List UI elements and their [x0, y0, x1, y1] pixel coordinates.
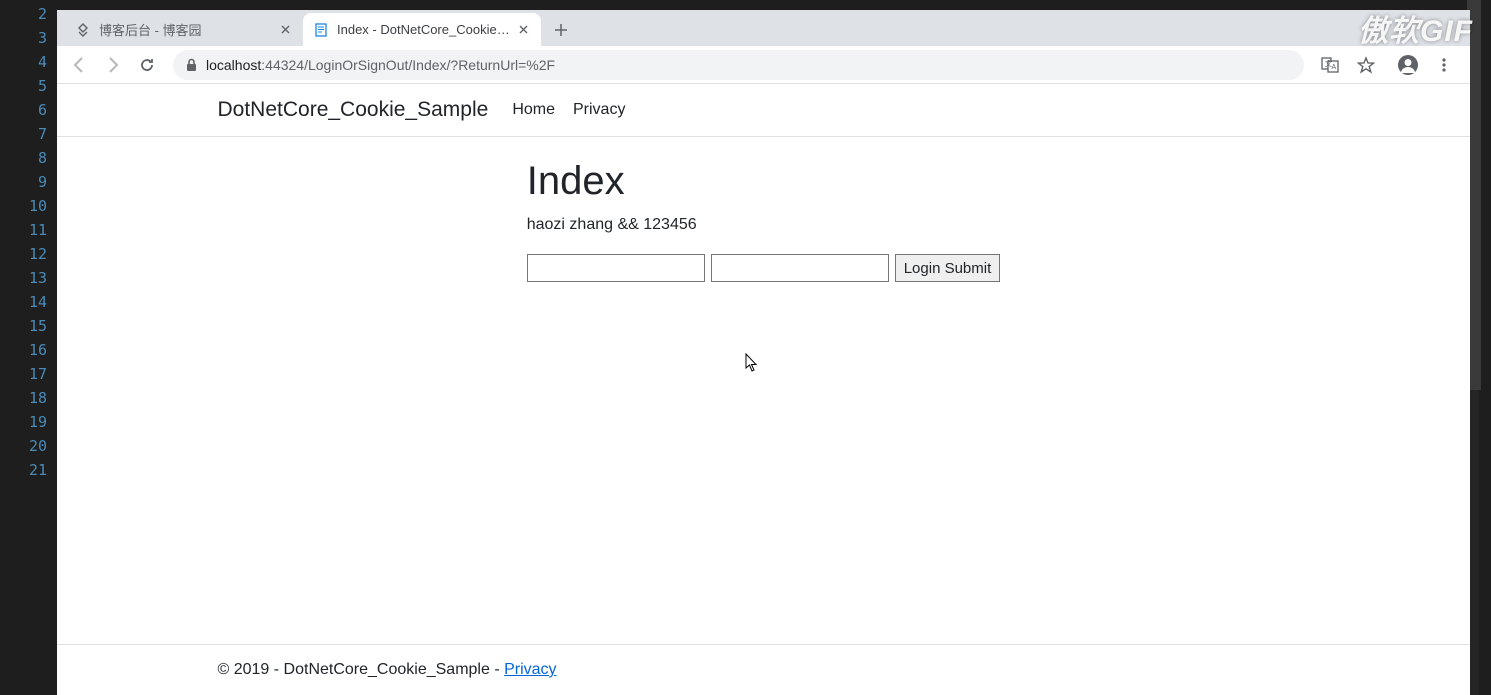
tab-favicon-icon [75, 22, 91, 38]
line-number: 5 [0, 74, 57, 98]
tab-favicon-icon [313, 22, 329, 38]
profile-icon[interactable] [1394, 51, 1422, 79]
tab-active[interactable]: Index - DotNetCore_Cookie_S... [303, 13, 541, 46]
line-number: 17 [0, 362, 57, 386]
forward-button[interactable] [99, 51, 127, 79]
line-number: 3 [0, 26, 57, 50]
line-number: 12 [0, 242, 57, 266]
tab-inactive[interactable]: 博客后台 - 博客园 [65, 13, 303, 46]
line-number: 13 [0, 266, 57, 290]
page-content: DotNetCore_Cookie_Sample Home Privacy In… [57, 84, 1470, 695]
nav-link-home[interactable]: Home [512, 101, 555, 119]
line-number: 2 [0, 2, 57, 26]
line-number: 7 [0, 122, 57, 146]
site-navbar: DotNetCore_Cookie_Sample Home Privacy [57, 84, 1470, 137]
login-form: Login Submit [527, 254, 1001, 282]
tab-title: Index - DotNetCore_Cookie_S... [337, 22, 515, 37]
svg-text:A: A [1332, 64, 1337, 71]
lock-icon [185, 58, 198, 72]
login-submit-button[interactable]: Login Submit [895, 254, 1001, 282]
back-button[interactable] [65, 51, 93, 79]
line-number: 11 [0, 218, 57, 242]
url-port: :44324 [261, 57, 304, 73]
browser-toolbar: localhost:44324/LoginOrSignOut/Index/?Re… [57, 46, 1470, 84]
close-icon[interactable] [277, 22, 293, 38]
editor-gutter: 2 3 4 5 6 7 8 9 10 11 12 13 14 15 16 17 … [0, 0, 57, 695]
line-number: 18 [0, 386, 57, 410]
line-number: 9 [0, 170, 57, 194]
line-number: 14 [0, 290, 57, 314]
line-number: 6 [0, 98, 57, 122]
line-number: 19 [0, 410, 57, 434]
line-number: 20 [0, 434, 57, 458]
password-input[interactable] [711, 254, 889, 282]
tab-strip: 博客后台 - 博客园 Index - DotNetCore_Cookie_S..… [57, 10, 1470, 46]
line-number: 10 [0, 194, 57, 218]
brand-title[interactable]: DotNetCore_Cookie_Sample [218, 98, 489, 122]
url-host: localhost [206, 57, 261, 73]
line-number: 15 [0, 314, 57, 338]
footer-copyright: © 2019 - DotNetCore_Cookie_Sample - [218, 661, 505, 678]
reload-button[interactable] [133, 51, 161, 79]
line-number: 8 [0, 146, 57, 170]
tab-title: 博客后台 - 博客园 [99, 20, 277, 39]
line-number: 4 [0, 50, 57, 74]
username-input[interactable] [527, 254, 705, 282]
new-tab-button[interactable] [547, 16, 575, 44]
page-title: Index [527, 159, 1001, 204]
menu-icon[interactable] [1430, 51, 1458, 79]
browser-window: 博客后台 - 博客园 Index - DotNetCore_Cookie_S..… [57, 10, 1470, 695]
footer-privacy-link[interactable]: Privacy [504, 661, 556, 678]
url-path: /LoginOrSignOut/Index/?ReturnUrl=%2F [304, 57, 555, 73]
main-body: Index haozi zhang && 123456 Login Submit [513, 137, 1015, 282]
page-footer: © 2019 - DotNetCore_Cookie_Sample - Priv… [57, 644, 1470, 695]
star-icon[interactable] [1352, 51, 1380, 79]
line-number: 21 [0, 458, 57, 482]
line-number: 16 [0, 338, 57, 362]
credentials-hint: haozi zhang && 123456 [527, 216, 1001, 234]
close-icon[interactable] [515, 22, 531, 38]
translate-icon[interactable]: 文A [1316, 51, 1344, 79]
address-bar[interactable]: localhost:44324/LoginOrSignOut/Index/?Re… [173, 50, 1304, 80]
nav-link-privacy[interactable]: Privacy [573, 101, 625, 119]
